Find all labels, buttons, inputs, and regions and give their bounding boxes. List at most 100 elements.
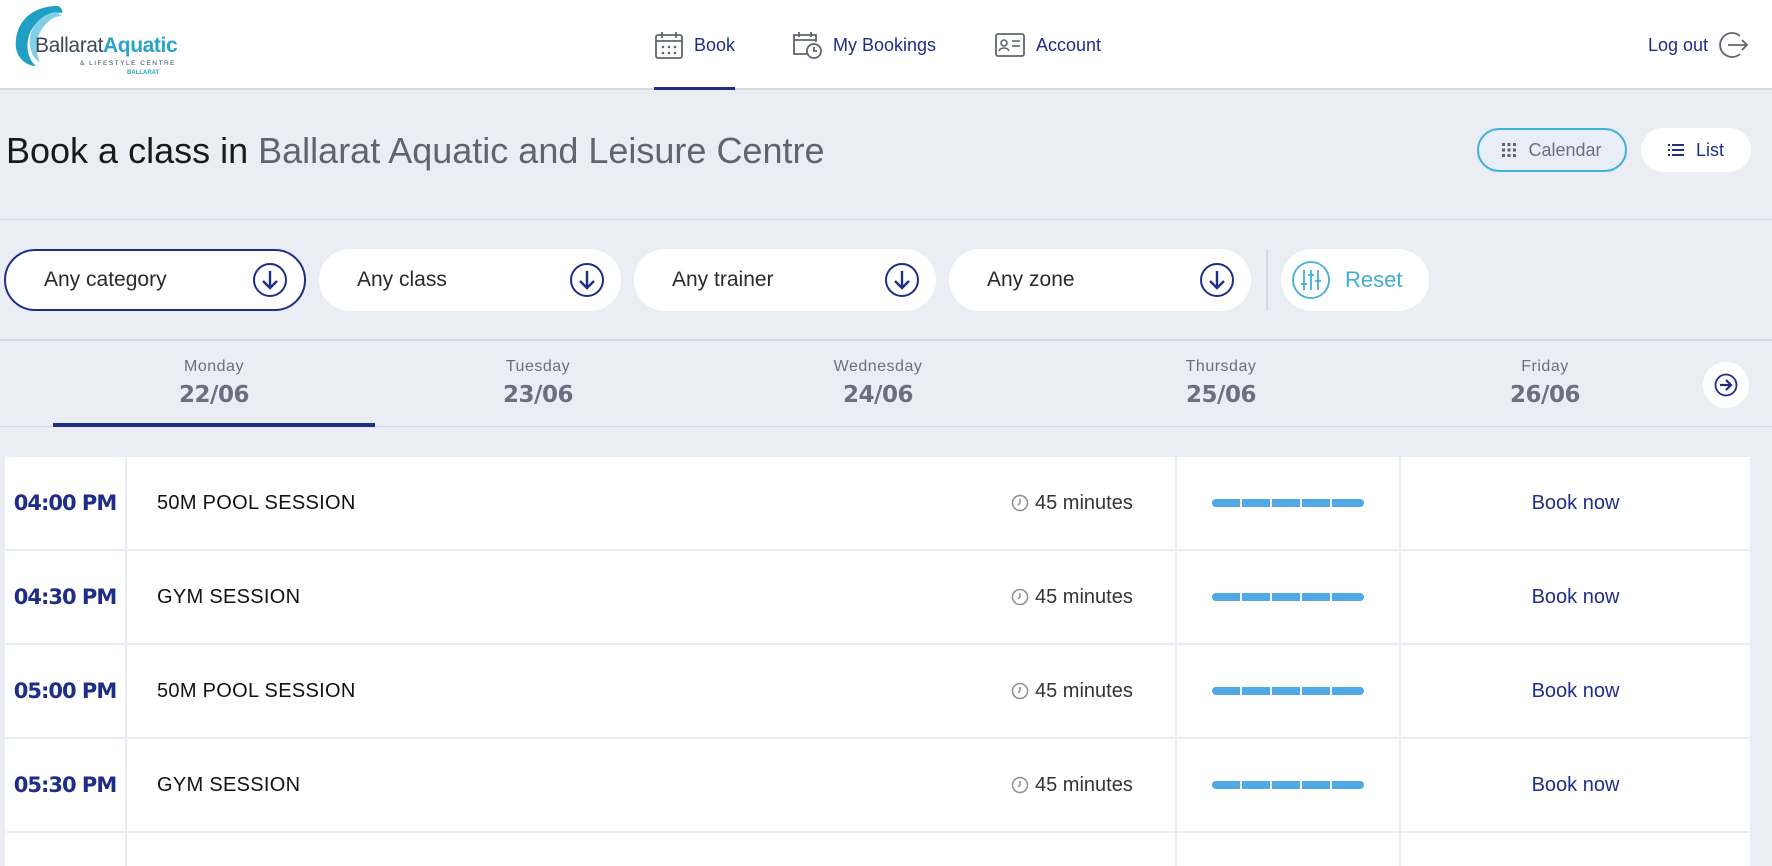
nav-my-bookings[interactable]: My Bookings [791,0,936,90]
arrow-down-circle-icon [1200,263,1234,297]
next-days-button[interactable] [1703,362,1749,408]
day-name: Tuesday [505,358,571,375]
list-view-button[interactable]: List [1641,128,1751,172]
logo-wordmark: BallaratAquatic [35,34,178,57]
session-time: 04:00 PM [5,457,127,549]
day-tab-tuesday[interactable]: Tuesday 23/06 [375,343,701,427]
page-title-prefix: Book a class in [6,130,249,171]
clock-icon [1011,682,1029,700]
session-time [5,833,127,866]
grid-icon [1502,143,1517,157]
session-time: 05:00 PM [5,645,127,737]
session-row: 05:30 PM GYM SESSION 45 minutes Book now [5,739,1750,833]
capacity-cell [1175,739,1401,831]
filter-bar: Any category Any class Any trainer Any z… [0,221,1772,341]
arrow-right-circle-icon [1714,373,1738,397]
capacity-cell [1175,551,1401,643]
ballarat-aquatic-logo[interactable]: BallaratAquatic & LIFESTYLE CENTRE BALLA… [10,4,180,86]
calendar-clock-icon [793,32,822,59]
session-name: GYM SESSION [157,585,301,608]
capacity-cell [1175,645,1401,737]
session-duration: 45 minutes [1011,551,1133,643]
capacity-bar [1212,781,1364,789]
day-tab-friday[interactable]: Friday 26/06 [1387,343,1703,427]
day-name: Friday [1521,358,1569,375]
reset-label: Reset [1345,267,1403,292]
book-now-button[interactable]: Book now [1401,645,1750,737]
zone-filter-dropdown[interactable]: Any zone [949,249,1251,311]
trainer-filter-dropdown[interactable]: Any trainer [634,249,936,311]
nav-book[interactable]: Book [654,0,736,90]
logo-sub: BALLARAT [127,70,160,76]
logout-arrow-icon [1719,32,1749,58]
session-name: 50M POOL SESSION [157,491,356,514]
session-row: 05:00 PM 50M POOL SESSION 45 minutes Boo… [5,645,1750,739]
day-tab-thursday[interactable]: Thursday 25/06 [1055,343,1387,427]
top-header: BallaratAquatic & LIFESTYLE CENTRE BALLA… [0,0,1772,90]
category-filter-dropdown[interactable]: Any category [4,249,306,311]
day-tab-monday[interactable]: Monday 22/06 [53,343,375,427]
logo-tagline: & LIFESTYLE CENTRE [80,60,176,67]
sliders-icon [1292,261,1330,299]
session-list: 04:00 PM 50M POOL SESSION 45 minutes Boo… [5,457,1750,866]
calendar-view-button[interactable]: Calendar [1477,128,1627,172]
zone-filter-value: Any zone [987,268,1075,291]
class-filter-value: Any class [357,268,447,291]
list-icon [1667,144,1684,156]
session-duration-label: 45 minutes [1035,679,1133,702]
reset-filters-button[interactable]: Reset [1281,249,1429,311]
id-card-icon [995,33,1025,57]
trainer-filter-value: Any trainer [672,268,774,291]
session-row [5,833,1750,866]
page-title-venue: Ballarat Aquatic and Leisure Centre [258,130,825,171]
day-name: Monday [184,358,244,375]
session-duration-label: 45 minutes [1035,773,1133,796]
capacity-bar [1212,593,1364,601]
arrow-down-circle-icon [885,263,919,297]
day-name: Wednesday [833,358,923,375]
book-now-button[interactable]: Book now [1401,551,1750,643]
session-duration: 45 minutes [1011,645,1133,737]
session-time: 05:30 PM [5,739,127,831]
logout-label: Log out [1647,34,1708,55]
day-date: 25/06 [1186,382,1256,408]
class-filter-dropdown[interactable]: Any class [319,249,621,311]
list-view-label: List [1695,139,1724,160]
session-name: GYM SESSION [157,773,301,796]
clock-icon [1011,494,1029,512]
arrow-down-circle-icon [570,263,604,297]
calendar-view-label: Calendar [1528,139,1602,160]
session-time: 04:30 PM [5,551,127,643]
book-now-button[interactable]: Book now [1401,457,1750,549]
day-date: 24/06 [843,382,913,408]
title-bar: Book a class in Ballarat Aquatic and Lei… [0,92,1772,220]
day-date: 26/06 [1510,382,1580,408]
capacity-bar [1212,499,1364,507]
session-name: 50M POOL SESSION [157,679,356,702]
calendar-icon [655,32,683,59]
session-row: 04:00 PM 50M POOL SESSION 45 minutes Boo… [5,457,1750,551]
day-date: 22/06 [179,382,249,408]
logout-button[interactable]: Log out [1648,0,1750,90]
day-selector: Monday 22/06 Tuesday 23/06 Wednesday 24/… [0,343,1772,427]
filter-divider [1266,249,1268,311]
nav-account-label: Account [1036,34,1102,55]
session-duration-label: 45 minutes [1035,491,1133,514]
day-name: Thursday [1185,358,1257,375]
capacity-bar [1212,687,1364,695]
day-date: 23/06 [503,382,573,408]
day-tab-wednesday[interactable]: Wednesday 24/06 [701,343,1055,427]
session-row: 04:30 PM GYM SESSION 45 minutes Book now [5,551,1750,645]
session-duration: 45 minutes [1011,739,1133,831]
book-now-button[interactable]: Book now [1401,739,1750,831]
session-duration-label: 45 minutes [1035,585,1133,608]
nav-book-label: Book [694,34,736,55]
nav-my-bookings-label: My Bookings [833,34,937,55]
page-title: Book a class in Ballarat Aquatic and Lei… [6,130,825,172]
session-duration: 45 minutes [1011,457,1133,549]
category-filter-value: Any category [44,268,167,291]
nav-account[interactable]: Account [994,0,1101,90]
clock-icon [1011,588,1029,606]
arrow-down-circle-icon [253,263,287,297]
capacity-cell [1175,457,1401,549]
